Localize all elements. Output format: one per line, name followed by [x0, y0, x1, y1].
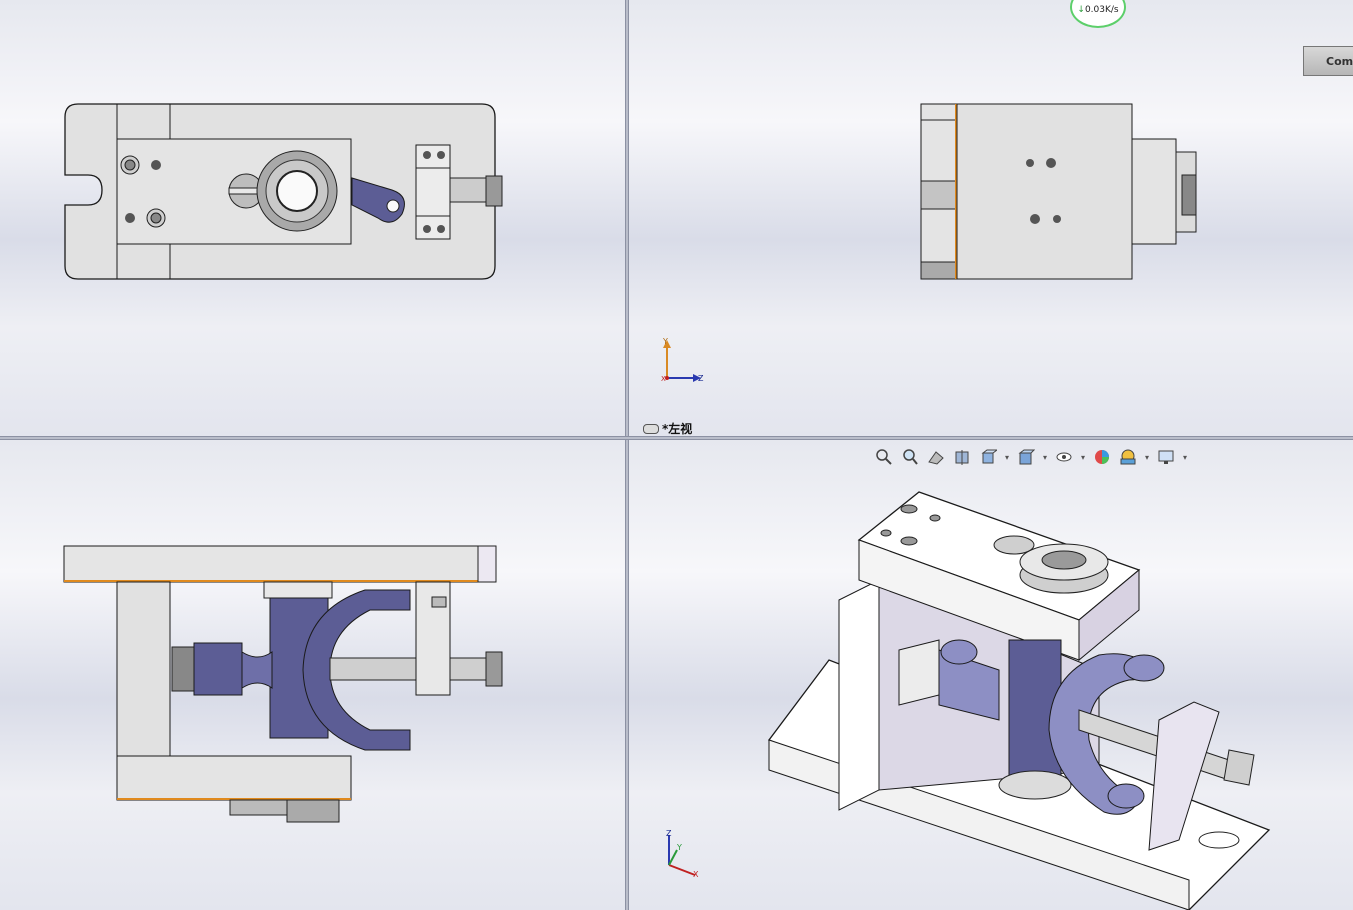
triad-y-label: Y [663, 337, 668, 346]
front-view-viewport[interactable] [0, 0, 625, 436]
viewport-splitter-vertical[interactable] [625, 0, 629, 910]
front-view-drawing [64, 103, 503, 280]
base-plate-top [63, 545, 497, 583]
isometric-drawing [668, 491, 1271, 910]
link-views-icon[interactable] [643, 423, 659, 434]
left-view-drawing [663, 103, 1197, 382]
top-view-drawing [63, 545, 503, 823]
isometric-viewport[interactable]: ▾ ▾ ▾ ▾ ▾ Z X Y [629, 440, 1353, 910]
triad-x-label: X [693, 870, 699, 879]
viewport-splitter-horizontal[interactable] [0, 436, 1353, 440]
triad-y-label: Y [677, 843, 682, 852]
top-view-viewport[interactable] [0, 440, 625, 910]
triad-x-label: X [661, 375, 666, 383]
view-name-text: *左视 [662, 422, 693, 436]
view-name-label: *左视 [643, 420, 692, 436]
main-body [956, 103, 1133, 280]
triad-z-label: Z [666, 829, 672, 838]
left-view-viewport[interactable]: ↓0.03K/s Com Y Z X *左视 [629, 0, 1353, 436]
triad-z-label: Z [698, 374, 704, 383]
shaft-support [415, 144, 451, 240]
